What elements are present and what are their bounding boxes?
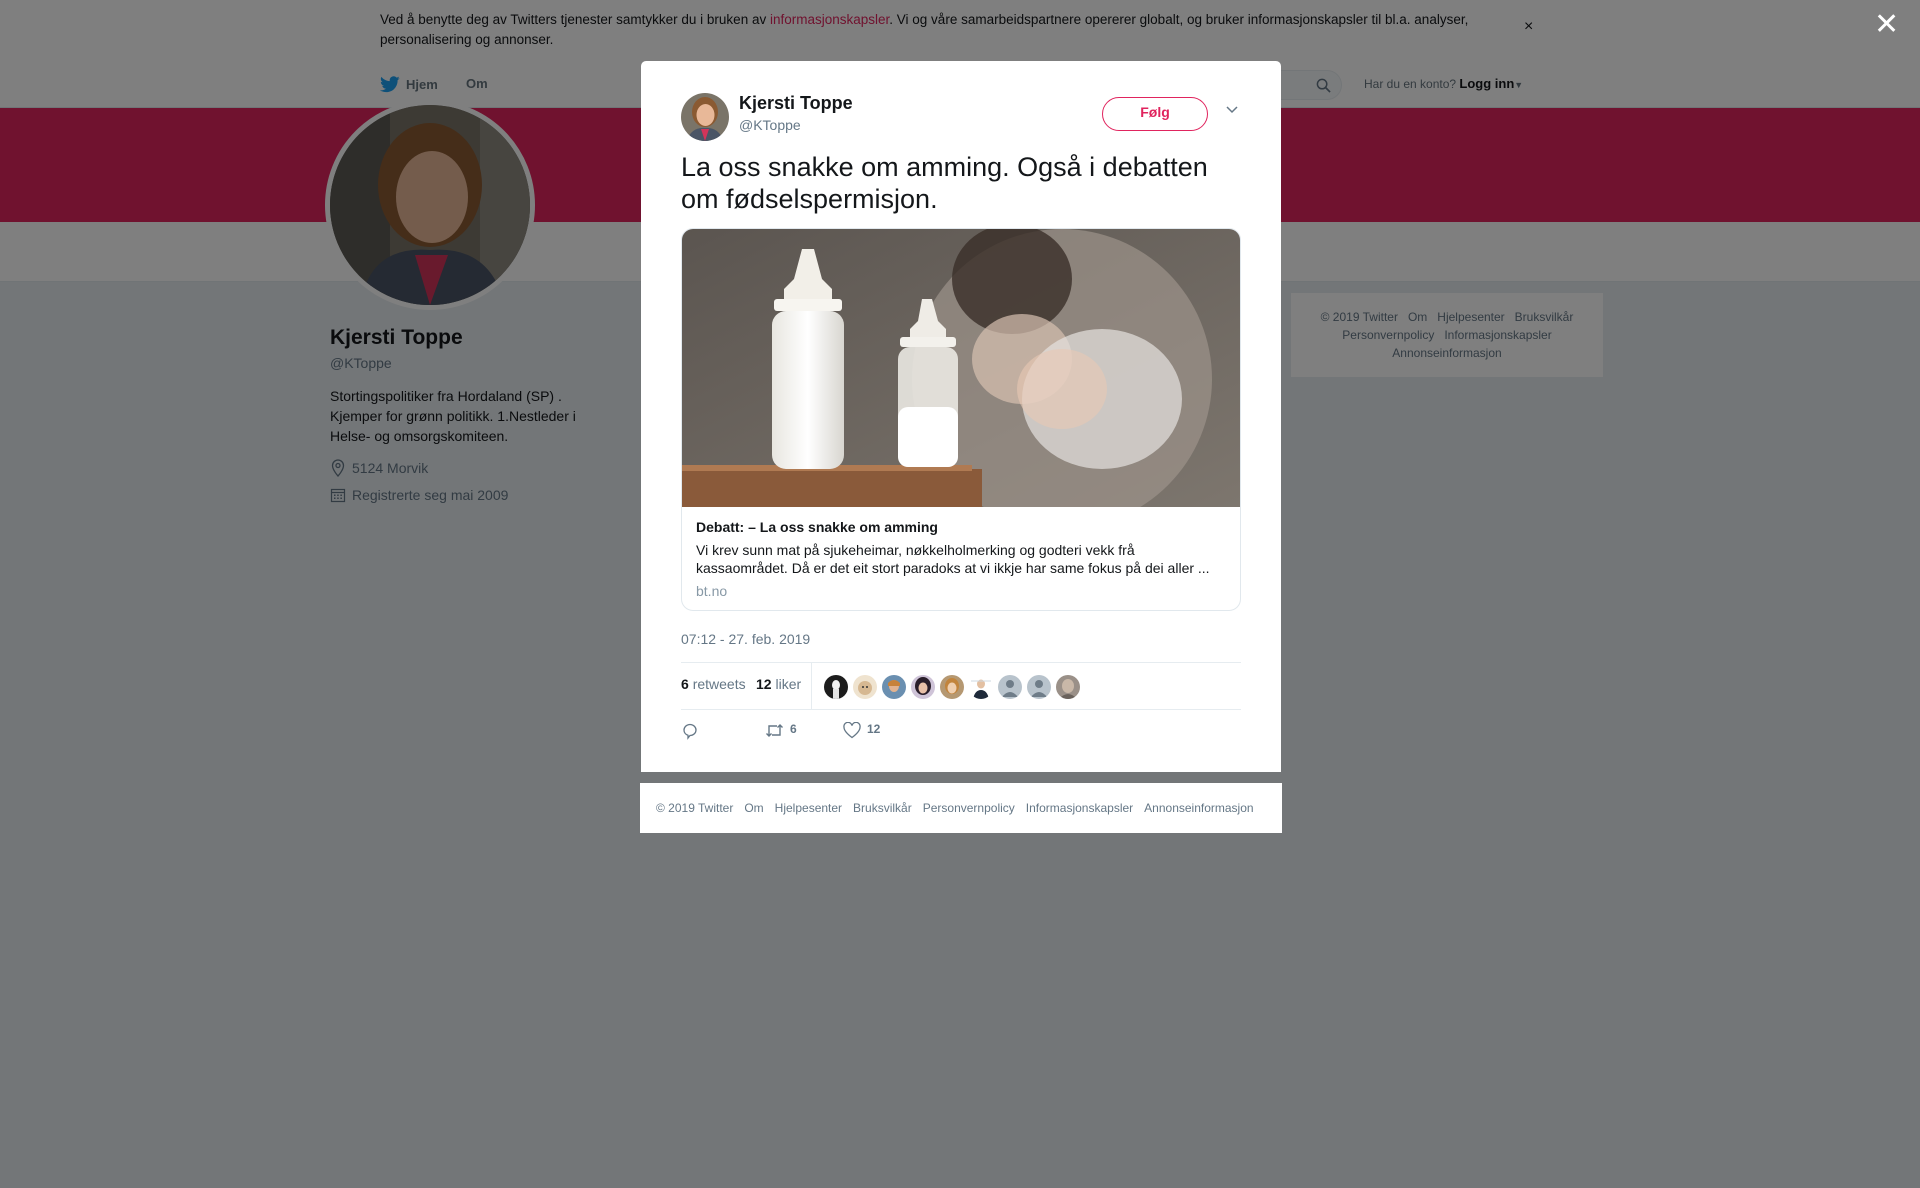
follow-button[interactable]: Følg: [1102, 97, 1208, 131]
tweet-timestamp[interactable]: 07:12 - 27. feb. 2019: [681, 631, 810, 647]
liker-avatar[interactable]: [853, 675, 877, 699]
heart-icon: [843, 722, 861, 739]
modal-footer: © 2019 Twitter Om Hjelpesenter Bruksvilk…: [640, 783, 1282, 833]
retweet-icon: [766, 724, 783, 737]
footer-link[interactable]: © 2019 Twitter: [656, 801, 733, 815]
tweet-stats: 6 retweets 12 liker: [681, 662, 1241, 710]
tweet-modal: Kjersti Toppe @KToppe Følg La oss snakke…: [641, 61, 1281, 772]
card-domain: bt.no: [696, 583, 728, 599]
reply-button[interactable]: [681, 722, 699, 740]
footer-link[interactable]: Hjelpesenter: [775, 801, 842, 815]
footer-link[interactable]: Om: [744, 801, 763, 815]
liker-avatar[interactable]: [911, 675, 935, 699]
liker-avatar[interactable]: [969, 675, 993, 699]
liker-avatar[interactable]: [1056, 675, 1080, 699]
tweet-author-handle[interactable]: @KToppe: [739, 117, 801, 133]
tweet-author-avatar[interactable]: [681, 93, 729, 141]
chevron-down-icon[interactable]: [1225, 105, 1239, 115]
stats-divider: [811, 663, 812, 709]
footer-link[interactable]: Personvernpolicy: [923, 801, 1015, 815]
liker-avatar[interactable]: [940, 675, 964, 699]
tweet-author-name[interactable]: Kjersti Toppe: [739, 93, 853, 114]
link-card[interactable]: Debatt: – La oss snakke om amming Vi kre…: [681, 228, 1241, 611]
like-count[interactable]: 12 liker: [756, 676, 801, 692]
liker-avatar[interactable]: [998, 675, 1022, 699]
card-description: Vi krev sunn mat på sjukeheimar, nøkkelh…: [696, 542, 1210, 576]
footer-link[interactable]: Informasjonskapsler: [1026, 801, 1133, 815]
tweet-actions: 6 12: [681, 722, 1241, 746]
retweet-button[interactable]: 6: [765, 722, 797, 739]
reply-icon: [683, 723, 697, 740]
retweet-count[interactable]: 6 retweets: [681, 676, 746, 692]
footer-link[interactable]: Bruksvilkår: [853, 801, 912, 815]
liker-avatar[interactable]: [882, 675, 906, 699]
footer-link[interactable]: Annonseinformasjon: [1144, 801, 1253, 815]
like-button[interactable]: 12: [843, 722, 880, 739]
card-image: [682, 229, 1240, 507]
liker-avatars: [824, 675, 1080, 699]
liker-avatar[interactable]: [1027, 675, 1051, 699]
tweet-text: La oss snakke om amming. Også i debatten…: [681, 152, 1208, 214]
liker-avatar[interactable]: [824, 675, 848, 699]
close-icon[interactable]: ✕: [1874, 10, 1899, 40]
card-title: Debatt: – La oss snakke om amming: [696, 519, 938, 535]
